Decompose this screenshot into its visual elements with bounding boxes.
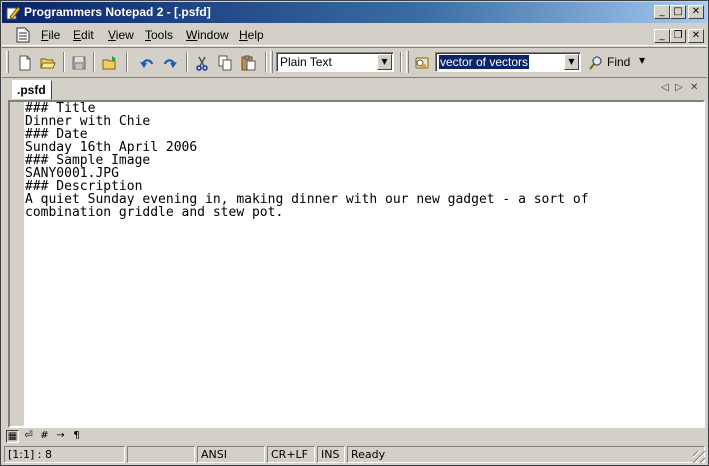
line-endings-icon[interactable]: ¶: [70, 430, 83, 443]
pencil-notepad-icon: [6, 6, 21, 20]
editor-margin[interactable]: [10, 102, 24, 426]
toolbar-separator: [265, 52, 267, 72]
magnifier-icon: [589, 56, 602, 70]
chevron-down-icon[interactable]: ▼: [564, 54, 579, 70]
status-line-ending: CR+LF: [267, 446, 315, 463]
toolbar-separator: [186, 52, 188, 72]
menu-window[interactable]: Window: [186, 28, 229, 42]
new-file-icon: [19, 55, 31, 71]
menu-tools[interactable]: Tools: [145, 28, 173, 42]
mdi-close-button[interactable]: ✕: [688, 29, 704, 43]
text-editor[interactable]: ### Title Dinner with Chie ### Date Sunday …: [8, 100, 705, 428]
minimize-button[interactable]: _: [654, 5, 670, 19]
app-window: Programmers Notepad 2 - [.psfd] _ □ ✕ Fi…: [0, 0, 709, 466]
folder-arrow-icon: [102, 56, 116, 70]
status-bar: [1:1] : 8 ANSI CR+LF INS Ready: [2, 445, 707, 465]
open-project-button[interactable]: [99, 52, 121, 74]
tab-next-icon[interactable]: ▷: [675, 82, 683, 93]
redo-button[interactable]: [159, 52, 181, 74]
undo-button[interactable]: [136, 52, 158, 74]
paste-button[interactable]: [237, 52, 259, 74]
close-button[interactable]: ✕: [688, 5, 704, 19]
redo-icon: [163, 59, 177, 68]
editor-line: Dinner with Chie: [25, 114, 151, 129]
document-icon[interactable]: [16, 27, 30, 43]
tab-strip: .psfd ◁ ▷ ✕: [2, 77, 707, 100]
search-value: vector of vectors: [439, 55, 530, 69]
title-bar[interactable]: Programmers Notepad 2 - [.psfd] _ □ ✕: [2, 2, 707, 23]
menu-file[interactable]: File: [41, 28, 60, 42]
toolbar: Plain Text ▼ vector of vectors ▼ Find ▼: [2, 47, 707, 76]
tab-close-icon[interactable]: ✕: [690, 82, 698, 93]
open-file-button[interactable]: [37, 52, 59, 74]
resize-grip[interactable]: [693, 451, 705, 463]
toolbar-separator: [126, 52, 128, 72]
whitespace-icon[interactable]: →: [54, 430, 67, 443]
search-input[interactable]: vector of vectors ▼: [435, 52, 581, 72]
scheme-value: Plain Text: [280, 55, 332, 69]
maximize-button[interactable]: □: [670, 5, 686, 19]
paste-clipboard-icon: [241, 55, 256, 71]
binoculars-icon: [415, 57, 429, 69]
status-message: Ready: [347, 446, 705, 463]
toolbar-grip[interactable]: [6, 51, 9, 73]
mdi-restore-button[interactable]: ❐: [670, 29, 686, 43]
menu-edit[interactable]: Edit: [73, 28, 94, 42]
status-insert-mode: INS: [317, 446, 345, 463]
window-title: Programmers Notepad 2 - [.psfd]: [24, 5, 211, 19]
cut-button[interactable]: [191, 52, 213, 74]
output-toolbar: ▦ ⏎ # → ¶: [2, 429, 707, 444]
tab-psfd[interactable]: .psfd: [12, 80, 52, 100]
copy-button[interactable]: [214, 52, 236, 74]
word-wrap-icon[interactable]: ⏎: [22, 430, 35, 443]
menu-view[interactable]: View: [108, 28, 134, 42]
save-disk-icon: [72, 56, 86, 70]
status-encoding: ANSI: [197, 446, 265, 463]
status-position: [1:1] : 8: [4, 446, 125, 463]
copy-icon: [218, 55, 232, 71]
find-in-files-button[interactable]: [411, 52, 433, 74]
editor-line: combination griddle and stew pot.: [25, 205, 284, 220]
find-button[interactable]: Find: [607, 55, 630, 69]
find-icon-button[interactable]: [585, 52, 607, 74]
line-numbers-icon[interactable]: #: [38, 430, 51, 443]
menu-bar: File Edit View Tools Window Help _ ❐ ✕: [2, 24, 707, 46]
new-file-button[interactable]: [14, 52, 36, 74]
menu-help[interactable]: Help: [239, 28, 264, 42]
open-folder-icon: [40, 58, 56, 69]
chevron-down-icon[interactable]: ▼: [639, 56, 645, 65]
toolbar-separator: [63, 52, 65, 72]
toolbar-separator: [400, 52, 402, 72]
scissors-icon: [196, 56, 208, 71]
save-button[interactable]: [68, 52, 90, 74]
mdi-minimize-button[interactable]: _: [654, 29, 670, 43]
scheme-select[interactable]: Plain Text ▼: [276, 52, 394, 72]
toolbar-separator: [93, 52, 95, 72]
undo-icon: [140, 59, 154, 68]
status-blank: [127, 446, 195, 463]
toolbar-grip[interactable]: [270, 51, 273, 73]
toolbar-grip[interactable]: [406, 51, 409, 73]
output-toggle-icon[interactable]: ▦: [6, 430, 19, 443]
tab-prev-icon[interactable]: ◁: [661, 82, 669, 93]
chevron-down-icon[interactable]: ▼: [377, 54, 392, 70]
editor-content[interactable]: ### Title Dinner with Chie ### Date Sunday …: [25, 102, 589, 219]
